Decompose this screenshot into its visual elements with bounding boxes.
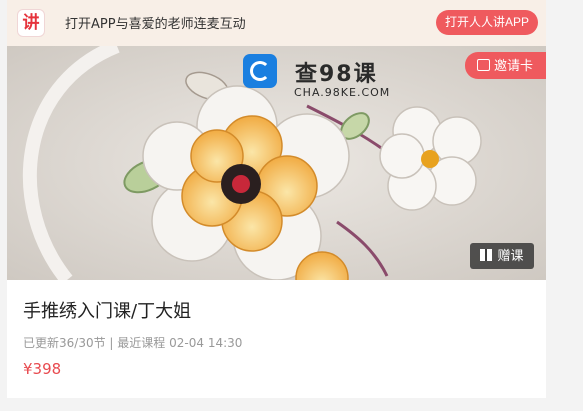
watermark-title: 查98课 bbox=[295, 62, 378, 87]
meta-separator: | bbox=[109, 336, 114, 350]
invite-card-label: 邀请卡 bbox=[494, 58, 534, 73]
promo-text: 打开APP与喜爱的老师连麦互动 bbox=[65, 17, 246, 32]
share-icon bbox=[477, 59, 490, 71]
course-title: 手推绣入门课/丁大姐 bbox=[23, 301, 192, 322]
gift-icon bbox=[480, 249, 493, 261]
gift-course-button[interactable]: 赠课 bbox=[470, 243, 534, 269]
app-logo: 讲 bbox=[17, 9, 45, 37]
recent-course-time: 02-04 14:30 bbox=[169, 336, 243, 350]
invite-card-button[interactable]: 邀请卡 bbox=[465, 52, 546, 79]
course-card[interactable]: 讲 打开APP与喜爱的老师连麦互动 打开人人讲APP 查98课 CHA.98KE… bbox=[7, 0, 546, 398]
course-meta: 已更新36/30节 | 最近课程 02-04 14:30 bbox=[23, 334, 242, 351]
open-app-button[interactable]: 打开人人讲APP bbox=[436, 10, 539, 35]
recent-course-label: 最近课程 bbox=[117, 336, 166, 350]
gift-course-label: 赠课 bbox=[497, 248, 524, 263]
update-status: 已更新36/30节 bbox=[23, 336, 106, 350]
app-promo-banner: 讲 打开APP与喜爱的老师连麦互动 打开人人讲APP bbox=[7, 0, 546, 46]
small-flower bbox=[379, 106, 482, 211]
watermark-domain: CHA.98KE.COM bbox=[294, 86, 391, 99]
course-cover-image[interactable]: 查98课 CHA.98KE.COM 邀请卡 赠课 bbox=[7, 46, 546, 280]
watermark-logo-icon bbox=[243, 54, 277, 88]
course-price: ¥398 bbox=[23, 360, 62, 378]
